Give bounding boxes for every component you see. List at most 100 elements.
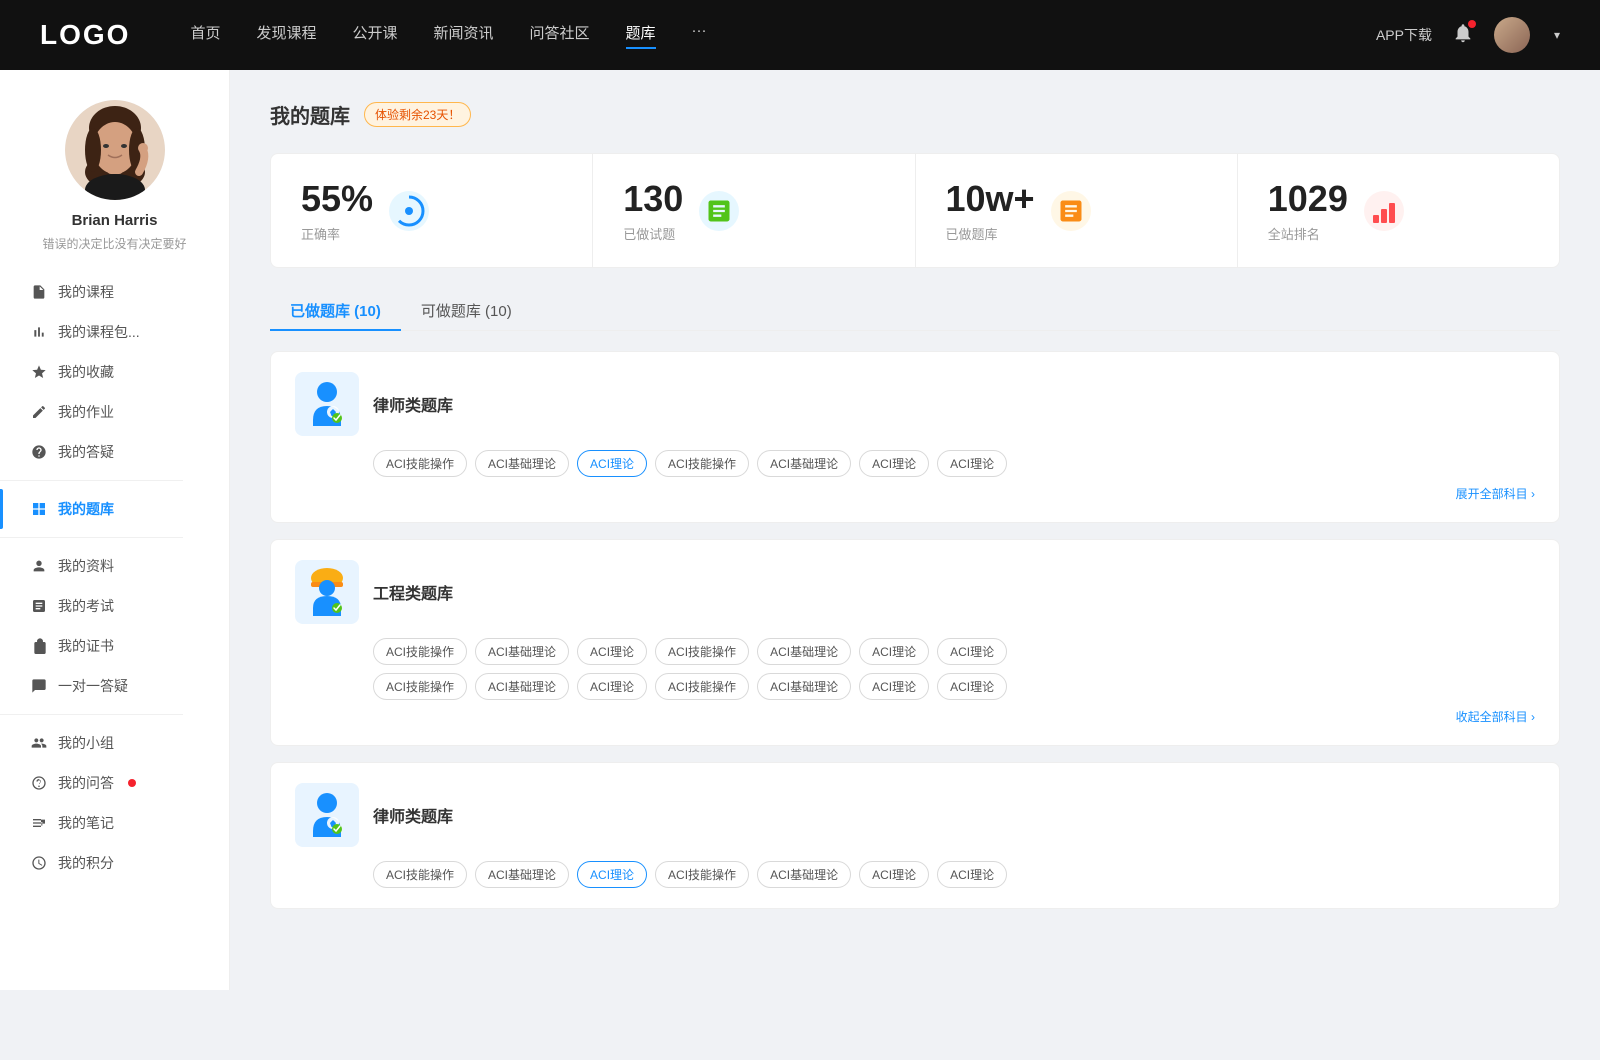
sidebar-item-points[interactable]: 我的积分: [0, 843, 229, 883]
group-icon: [30, 734, 48, 752]
avatar[interactable]: [1494, 17, 1530, 53]
tab-available[interactable]: 可做题库 (10): [401, 292, 532, 331]
tag-e1-7[interactable]: ACI理论: [937, 638, 1007, 665]
tag-e1-4[interactable]: ACI技能操作: [655, 638, 749, 665]
tag-l2-5[interactable]: ACI基础理论: [757, 861, 851, 888]
sidebar-item-exam[interactable]: 我的考试: [0, 586, 229, 626]
sidebar-item-cert[interactable]: 我的证书: [0, 626, 229, 666]
tag-e2-3[interactable]: ACI理论: [577, 673, 647, 700]
sidebar-label-fav: 我的收藏: [58, 362, 114, 382]
tag-e1-5[interactable]: ACI基础理论: [757, 638, 851, 665]
stat-ranking-label: 全站排名: [1268, 224, 1348, 243]
sidebar-item-qa[interactable]: 我的答疑: [0, 432, 229, 472]
star-icon: [30, 363, 48, 381]
ranking-icon: [1364, 191, 1404, 231]
sidebar-label-myqa: 我的问答: [58, 773, 114, 793]
qa-badge-dot: [128, 779, 136, 787]
tag-l1-3[interactable]: ACI理论: [577, 450, 647, 477]
edit-icon: [30, 403, 48, 421]
nav-news[interactable]: 新闻资讯: [434, 22, 494, 49]
tag-l2-6[interactable]: ACI理论: [859, 861, 929, 888]
tab-done[interactable]: 已做题库 (10): [270, 292, 401, 331]
tag-e2-6[interactable]: ACI理论: [859, 673, 929, 700]
grid-icon: [30, 500, 48, 518]
bank-tags-engineer-2: ACI技能操作 ACI基础理论 ACI理论 ACI技能操作 ACI基础理论 AC…: [295, 673, 1535, 700]
lawyer-icon-1: [295, 372, 359, 436]
tag-e1-1[interactable]: ACI技能操作: [373, 638, 467, 665]
tag-l2-4[interactable]: ACI技能操作: [655, 861, 749, 888]
sidebar-label-tutoring: 一对一答疑: [58, 676, 128, 696]
navbar: LOGO 首页 发现课程 公开课 新闻资讯 问答社区 题库 ··· APP下载 …: [0, 0, 1600, 70]
sidebar-item-package[interactable]: 我的课程包...: [0, 312, 229, 352]
sidebar-item-course[interactable]: 我的课程: [0, 272, 229, 312]
tag-l1-7[interactable]: ACI理论: [937, 450, 1007, 477]
file-icon: [30, 283, 48, 301]
sidebar-item-group[interactable]: 我的小组: [0, 723, 229, 763]
bank-tags-lawyer-1: ACI技能操作 ACI基础理论 ACI理论 ACI技能操作 ACI基础理论 AC…: [295, 450, 1535, 477]
user-icon: [30, 557, 48, 575]
chat-icon: [30, 677, 48, 695]
bar3: [1389, 203, 1395, 223]
sidebar-item-myqa[interactable]: 我的问答: [0, 763, 229, 803]
nav-bank[interactable]: 题库: [626, 22, 656, 49]
tag-e2-7[interactable]: ACI理论: [937, 673, 1007, 700]
nav-home[interactable]: 首页: [190, 22, 220, 49]
tag-l2-7[interactable]: ACI理论: [937, 861, 1007, 888]
tag-l2-3[interactable]: ACI理论: [577, 861, 647, 888]
divider-1: [0, 480, 183, 481]
stat-accuracy-label: 正确率: [301, 224, 373, 243]
sidebar-label-bank: 我的题库: [58, 499, 114, 519]
engineer-icon: [295, 560, 359, 624]
nav-qa[interactable]: 问答社区: [530, 22, 590, 49]
tag-e1-6[interactable]: ACI理论: [859, 638, 929, 665]
tag-l2-2[interactable]: ACI基础理论: [475, 861, 569, 888]
accuracy-icon: [389, 191, 429, 231]
stat-questions: 130 已做试题: [593, 154, 915, 267]
tag-l1-1[interactable]: ACI技能操作: [373, 450, 467, 477]
stat-accuracy-num: 55%: [301, 178, 373, 220]
logo: LOGO: [40, 19, 130, 51]
sidebar-item-homework[interactable]: 我的作业: [0, 392, 229, 432]
expand-link-lawyer-1[interactable]: 展开全部科目 ›: [295, 485, 1535, 502]
tag-l1-2[interactable]: ACI基础理论: [475, 450, 569, 477]
stat-banks: 10w+ 已做题库: [916, 154, 1238, 267]
app-download[interactable]: APP下载: [1376, 25, 1432, 45]
bar2: [1381, 209, 1387, 223]
tag-l2-1[interactable]: ACI技能操作: [373, 861, 467, 888]
tag-l1-4[interactable]: ACI技能操作: [655, 450, 749, 477]
stat-banks-label: 已做题库: [946, 224, 1035, 243]
tag-e2-1[interactable]: ACI技能操作: [373, 673, 467, 700]
sidebar-item-notes[interactable]: 我的笔记: [0, 803, 229, 843]
notification-bell[interactable]: [1452, 22, 1474, 49]
tag-l1-6[interactable]: ACI理论: [859, 450, 929, 477]
tag-e2-4[interactable]: ACI技能操作: [655, 673, 749, 700]
sidebar: Brian Harris 错误的决定比没有决定要好 我的课程 我的课程包... …: [0, 70, 230, 990]
qa-icon: [30, 774, 48, 792]
lawyer-icon-2: [295, 783, 359, 847]
tag-e2-2[interactable]: ACI基础理论: [475, 673, 569, 700]
tag-e1-3[interactable]: ACI理论: [577, 638, 647, 665]
sidebar-label-course: 我的课程: [58, 282, 114, 302]
note-icon: [30, 814, 48, 832]
nav-open[interactable]: 公开课: [352, 22, 397, 49]
user-bio: 错误的决定比没有决定要好: [42, 235, 186, 252]
sidebar-label-profile: 我的资料: [58, 556, 114, 576]
nav-more[interactable]: ···: [692, 22, 707, 49]
sidebar-item-fav[interactable]: 我的收藏: [0, 352, 229, 392]
sidebar-menu: 我的课程 我的课程包... 我的收藏 我的作业: [0, 272, 229, 883]
tag-l1-5[interactable]: ACI基础理论: [757, 450, 851, 477]
stat-accuracy: 55% 正确率: [271, 154, 593, 267]
user-dropdown-arrow[interactable]: ▾: [1554, 28, 1560, 42]
nav-discover[interactable]: 发现课程: [256, 22, 316, 49]
stat-questions-num: 130: [623, 178, 683, 220]
sidebar-label-cert: 我的证书: [58, 636, 114, 656]
sidebar-item-bank[interactable]: 我的题库: [0, 489, 229, 529]
sidebar-item-tutoring[interactable]: 一对一答疑: [0, 666, 229, 706]
sidebar-item-profile[interactable]: 我的资料: [0, 546, 229, 586]
question-icon: [30, 443, 48, 461]
tag-e1-2[interactable]: ACI基础理论: [475, 638, 569, 665]
tag-e2-5[interactable]: ACI基础理论: [757, 673, 851, 700]
main-content: 我的题库 体验剩余23天！ 55% 正确率: [230, 70, 1600, 990]
stat-ranking-num: 1029: [1268, 178, 1348, 220]
collapse-link-engineer[interactable]: 收起全部科目 ›: [295, 708, 1535, 725]
